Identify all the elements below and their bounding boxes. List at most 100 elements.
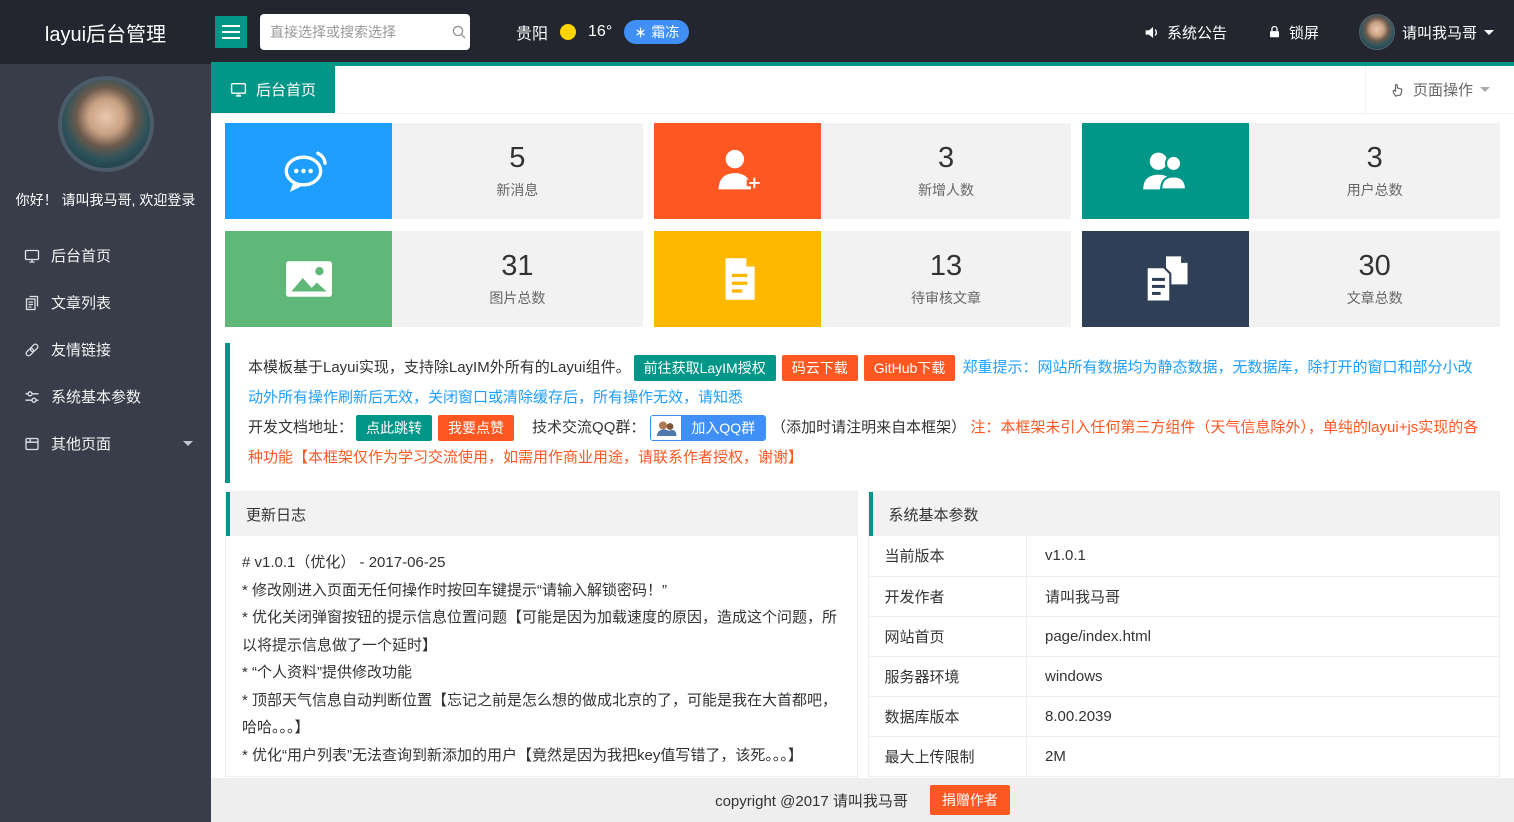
user-avatar[interactable]	[1359, 14, 1395, 50]
weather-temp: 16°	[588, 23, 612, 41]
chat-icon	[225, 123, 392, 219]
stat-card-info: 30 文章总数	[1249, 231, 1500, 327]
update-log-title: 更新日志	[226, 492, 857, 536]
update-log-body: # v1.0.1（优化） - 2017-06-25 * 修改刚进入页面无任何操作…	[226, 536, 857, 769]
system-params-panel: 系统基本参数 当前版本 v1.0.1 开发作者 请叫我马哥	[868, 491, 1501, 777]
stat-card-info: 13 待审核文章	[821, 231, 1072, 327]
user-add-icon	[654, 123, 821, 219]
stat-cards: 5 新消息 3	[225, 123, 1500, 327]
tab-home[interactable]: 后台首页	[211, 66, 335, 113]
stat-value: 31	[501, 250, 533, 283]
app-window-icon	[24, 436, 40, 452]
chevron-down-icon	[1480, 87, 1490, 97]
sidebar-avatar[interactable]	[58, 76, 154, 172]
sliders-icon	[24, 389, 40, 405]
stat-card-info: 3 用户总数	[1249, 123, 1500, 219]
chevron-down-icon	[1484, 30, 1494, 40]
search-input[interactable]	[270, 24, 451, 40]
table-row: 数据库版本 8.00.2039	[869, 696, 1500, 736]
param-name: 数据库版本	[869, 696, 1027, 736]
like-button[interactable]: 我要点赞	[438, 415, 514, 441]
stat-card-info: 5 新消息	[392, 123, 643, 219]
stat-value: 13	[930, 250, 962, 283]
notice-paragraph-1: 本模板基于Layui实现，支持除LayIM外所有的Layui组件。前往获取Lay…	[248, 353, 1482, 413]
stat-card-total-images[interactable]: 31 图片总数	[225, 231, 643, 327]
search-select[interactable]	[260, 14, 470, 50]
table-row: 网站首页 page/index.html	[869, 616, 1500, 656]
sidebar-item-links[interactable]: 友情链接	[0, 326, 211, 373]
stat-card-new-users[interactable]: 3 新增人数	[654, 123, 1072, 219]
param-value: 8.00.2039	[1027, 696, 1500, 736]
table-row: 开发作者 请叫我马哥	[869, 576, 1500, 616]
lock-screen-button[interactable]: 锁屏	[1247, 0, 1339, 64]
image-icon	[225, 231, 392, 327]
stat-value: 3	[938, 142, 954, 175]
tab-bar: 后台首页 页面操作	[211, 64, 1514, 114]
monitor-icon	[24, 248, 40, 264]
sidebar-greeting: 你好！ 请叫我马哥, 欢迎登录	[0, 190, 211, 210]
github-download-button[interactable]: GitHub下载	[864, 355, 956, 381]
app-root: layui后台管理 贵阳 16° 霜冻	[0, 0, 1514, 822]
link-icon	[24, 342, 40, 358]
log-line: * “个人资料”提供修改功能	[242, 659, 841, 687]
sidebar-item-articles[interactable]: 文章列表	[0, 279, 211, 326]
join-qq-group-button[interactable]: 加入QQ群	[650, 415, 766, 441]
panels-row: 更新日志 # v1.0.1（优化） - 2017-06-25 * 修改刚进入页面…	[225, 491, 1500, 777]
param-name: 服务器环境	[869, 656, 1027, 696]
stat-value: 3	[1367, 142, 1383, 175]
param-value: windows	[1027, 656, 1500, 696]
log-line: * 优化关闭弹窗按钮的提示信息位置问题【可能是因为加载速度的原因，造成这个问题，…	[242, 604, 841, 659]
stat-card-total-users[interactable]: 3 用户总数	[1082, 123, 1500, 219]
page-actions-dropdown[interactable]: 页面操作	[1365, 66, 1514, 113]
sidebar-item-home[interactable]: 后台首页	[0, 232, 211, 279]
sun-icon	[560, 24, 576, 40]
hamburger-menu-button[interactable]	[215, 16, 247, 48]
update-log-panel: 更新日志 # v1.0.1（优化） - 2017-06-25 * 修改刚进入页面…	[225, 491, 858, 777]
get-layim-license-button[interactable]: 前往获取LayIM授权	[634, 355, 776, 381]
param-name: 最大上传限制	[869, 736, 1027, 776]
qq-group-icon	[651, 416, 681, 440]
weather-city: 贵阳	[516, 20, 548, 44]
sidebar-item-system-params[interactable]: 系统基本参数	[0, 373, 211, 420]
stat-label: 文章总数	[1347, 288, 1403, 308]
weather-frost-badge: 霜冻	[624, 20, 689, 44]
main-area: 后台首页 页面操作	[211, 64, 1514, 822]
files-icon	[1082, 231, 1249, 327]
log-line: * 修改刚进入页面无任何操作时按回车键提示“请输入解锁密码！”	[242, 577, 841, 605]
param-value: v1.0.1	[1027, 536, 1500, 576]
top-header: layui后台管理 贵阳 16° 霜冻	[0, 0, 1514, 64]
file-icon	[654, 231, 821, 327]
param-value: 2M	[1027, 736, 1500, 776]
gitee-download-button[interactable]: 码云下载	[782, 355, 858, 381]
speaker-icon	[1143, 24, 1160, 41]
app-logo: layui后台管理	[0, 18, 211, 47]
user-menu[interactable]: 请叫我马哥	[1339, 0, 1514, 64]
stat-card-total-articles[interactable]: 30 文章总数	[1082, 231, 1500, 327]
page-content: 5 新消息 3	[211, 114, 1514, 778]
stat-card-new-messages[interactable]: 5 新消息	[225, 123, 643, 219]
hand-pointer-icon	[1390, 82, 1406, 98]
system-params-title: 系统基本参数	[869, 492, 1500, 536]
monitor-icon	[230, 81, 247, 98]
docs-label: 开发文档地址：	[248, 419, 353, 436]
docs-jump-button[interactable]: 点此跳转	[356, 415, 432, 441]
weather-widget: 贵阳 16° 霜冻	[516, 20, 689, 44]
document-icon	[24, 295, 40, 311]
sidebar: 你好！ 请叫我马哥, 欢迎登录 后台首页 文章列表 友情链接	[0, 64, 211, 822]
stat-card-pending-articles[interactable]: 13 待审核文章	[654, 231, 1072, 327]
stat-label: 待审核文章	[911, 288, 981, 308]
stat-card-info: 3 新增人数	[821, 123, 1072, 219]
param-value: 请叫我马哥	[1027, 576, 1500, 616]
stat-value: 5	[509, 142, 525, 175]
users-icon	[1082, 123, 1249, 219]
sidebar-item-other-pages[interactable]: 其他页面	[0, 420, 211, 467]
snowflake-icon	[634, 26, 647, 39]
copyright-text: copyright @2017 请叫我马哥	[715, 790, 908, 811]
search-icon[interactable]	[451, 24, 467, 40]
system-announcement-button[interactable]: 系统公告	[1123, 0, 1247, 64]
qq-group-label: 技术交流QQ群：	[532, 419, 645, 436]
param-name: 开发作者	[869, 576, 1027, 616]
notice-intro: 本模板基于Layui实现，支持除LayIM外所有的Layui组件。	[248, 359, 631, 376]
donate-button[interactable]: 捐赠作者	[930, 785, 1010, 815]
user-name: 请叫我马哥	[1402, 22, 1477, 43]
